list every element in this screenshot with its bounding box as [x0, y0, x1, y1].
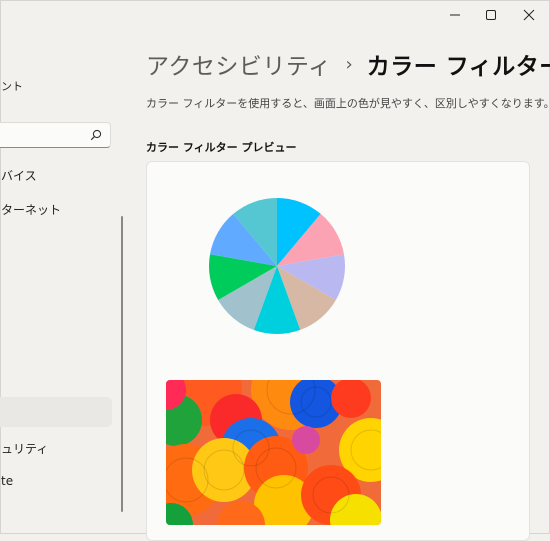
sidebar-scrollbar[interactable]	[121, 216, 123, 512]
breadcrumb-parent[interactable]: アクセシビリティ	[146, 47, 331, 81]
close-button[interactable]	[512, 3, 546, 27]
preview-label: カラー フィルター プレビュー	[146, 141, 297, 154]
paper-fans-image	[166, 380, 381, 525]
sidebar-item-update[interactable]: te	[1, 474, 13, 488]
minimize-icon	[450, 14, 460, 16]
pie-image	[209, 198, 345, 334]
sidebar-item-selected[interactable]	[0, 397, 112, 427]
search-icon	[90, 129, 102, 141]
preview-photo	[166, 380, 381, 525]
sidebar-item-devices[interactable]: バイス	[1, 167, 37, 184]
maximize-icon	[486, 10, 496, 20]
color-filter-preview	[146, 161, 530, 541]
account-name: ント	[1, 80, 23, 93]
minimize-button[interactable]	[438, 3, 472, 27]
page-title: カラー フィルター	[366, 54, 550, 80]
sidebar-item-accessibility[interactable]: ュリティ	[1, 440, 48, 457]
sidebar: ント バイス ターネット ュリティ te	[0, 1, 129, 535]
preview-pie	[207, 196, 347, 340]
sidebar-item-network[interactable]: ターネット	[1, 201, 61, 218]
chevron-right-icon: ›	[345, 53, 353, 75]
breadcrumb: アクセシビリティ › カラー フィルター	[146, 47, 550, 81]
settings-window: ント バイス ターネット ュリティ te アクセシビリティ › カラー フィルタ…	[0, 0, 550, 541]
page-description: カラー フィルターを使用すると、画面上の色が見やすく、区別しやすくなります。	[146, 97, 550, 110]
close-icon	[523, 9, 535, 21]
search-input[interactable]	[0, 122, 111, 148]
maximize-button[interactable]	[474, 3, 508, 27]
